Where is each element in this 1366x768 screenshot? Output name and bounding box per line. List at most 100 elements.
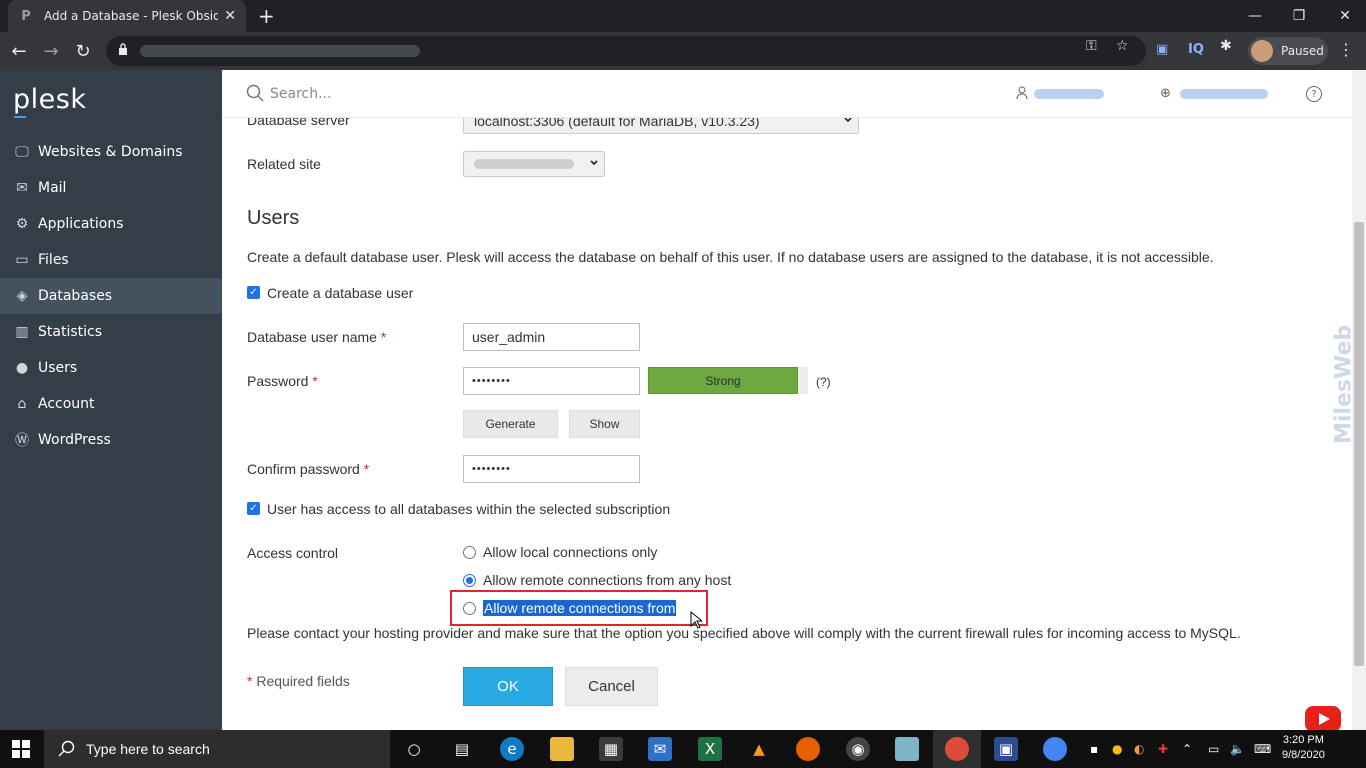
password-strength-label: Strong (648, 367, 798, 394)
monitor-icon: 🖵 (15, 144, 29, 160)
mail-app-icon[interactable]: ✉ (648, 737, 672, 761)
windows-start-icon[interactable] (12, 740, 30, 758)
taskbar: Type here to search ○ ▤ e ▦ ✉ X ▲ ◉ ▣ ▪ … (0, 730, 1366, 768)
tray-network-icon[interactable]: ▪ (1090, 742, 1098, 756)
sidebar-item-databases[interactable]: ◈ Databases (0, 278, 222, 314)
database-server-select[interactable]: localhost:3306 (default for MariaDB, v10… (463, 118, 859, 134)
radio-local-connections[interactable] (463, 546, 476, 559)
password-input[interactable]: •••••••• (463, 367, 640, 395)
vlc-icon[interactable]: ▲ (747, 737, 771, 761)
search-input[interactable] (270, 82, 570, 106)
domain-name-blurred[interactable] (1180, 89, 1268, 99)
taskbar-search[interactable]: Type here to search (44, 730, 390, 768)
taskbar-search-placeholder: Type here to search (86, 741, 210, 757)
radio-any-host-label: Allow remote connections from any host (483, 572, 732, 588)
file-explorer-icon[interactable] (550, 737, 574, 761)
taskbar-clock[interactable]: 3:20 PM 9/8/2020 (1282, 733, 1325, 763)
tab-close-icon[interactable]: ✕ (224, 8, 236, 24)
sidebar-item-label: Databases (38, 288, 113, 304)
minimize-icon[interactable]: — (1232, 0, 1278, 32)
tray-wifi-icon[interactable]: ▭ (1208, 742, 1219, 756)
account-name-blurred[interactable] (1034, 89, 1104, 99)
password-help-link[interactable]: (?) (816, 375, 831, 389)
chrome-icon[interactable] (1043, 737, 1067, 761)
ok-button[interactable]: OK (463, 667, 553, 706)
confirm-password-input[interactable]: •••••••• (463, 455, 640, 483)
iq-extension-icon[interactable]: IQ (1188, 42, 1204, 57)
password-label: Password * (247, 373, 318, 389)
sidebar-item-files[interactable]: ▭ Files (0, 242, 222, 278)
search-icon (58, 740, 75, 757)
search-icon (246, 84, 264, 102)
briefcase-icon: ⌂ (17, 396, 27, 412)
create-user-checkbox[interactable]: ✓ (247, 286, 260, 299)
task-view-icon[interactable]: ▤ (450, 737, 474, 761)
all-db-access-label: User has access to all databases within … (267, 501, 671, 517)
tray-antivirus-icon[interactable]: ✚ (1158, 742, 1168, 756)
tray-app-icon[interactable]: ◐ (1134, 742, 1144, 756)
profile-status: Paused (1281, 44, 1324, 58)
tab-title: Add a Database - Plesk Obsidian (44, 9, 219, 23)
new-tab-icon[interactable]: + (258, 4, 275, 28)
browser-tab[interactable]: P Add a Database - Plesk Obsidian ✕ (8, 0, 246, 32)
back-icon[interactable]: ← (6, 38, 32, 64)
restore-icon[interactable]: ❐ (1276, 0, 1322, 32)
related-site-select[interactable] (463, 151, 605, 177)
avatar (1251, 40, 1273, 62)
access-control-label: Access control (247, 545, 339, 561)
sidebar-item-statistics[interactable]: ▥ Statistics (0, 314, 222, 350)
sidebar-item-label: Account (38, 396, 95, 412)
users-heading: Users (247, 207, 300, 229)
reload-icon[interactable]: ↻ (70, 38, 96, 64)
sidebar-item-applications[interactable]: ⚙ Applications (0, 206, 222, 242)
forward-icon[interactable]: → (38, 38, 64, 64)
database-server-label: Database server (247, 118, 350, 128)
window-close-icon[interactable]: ✕ (1322, 0, 1366, 32)
sidebar: plesk 🖵 Websites & Domains ✉ Mail ⚙ Appl… (0, 70, 222, 730)
sidebar-item-label: Statistics (38, 324, 102, 340)
tray-chrome-icon[interactable]: ● (1112, 742, 1122, 756)
all-db-access-checkbox[interactable]: ✓ (247, 502, 260, 515)
url-blurred (140, 45, 420, 57)
help-icon[interactable]: ? (1306, 86, 1322, 102)
profile-button[interactable]: Paused (1248, 37, 1328, 65)
notes-app-icon[interactable] (895, 737, 919, 761)
firefox-icon[interactable] (796, 737, 820, 761)
db-user-name-label: Database user name * (247, 329, 387, 345)
key-icon[interactable]: ⚿ (1086, 38, 1097, 54)
plesk-logo[interactable]: plesk (13, 84, 86, 115)
cancel-button[interactable]: Cancel (565, 667, 658, 706)
firewall-note: Please contact your hosting provider and… (247, 625, 1241, 641)
sidebar-item-mail[interactable]: ✉ Mail (0, 170, 222, 206)
address-bar[interactable] (106, 36, 1146, 66)
media-player-icon[interactable]: ◉ (846, 737, 870, 761)
edge-icon[interactable]: e (500, 737, 524, 761)
generate-button[interactable]: Generate (463, 410, 558, 438)
sidebar-item-label: WordPress (38, 432, 111, 448)
sidebar-item-wordpress[interactable]: Ⓦ WordPress (0, 422, 222, 458)
browser-menu-icon[interactable]: ⋮ (1338, 40, 1354, 59)
related-site-label: Related site (247, 156, 321, 172)
tray-language-icon[interactable]: ⌨ (1254, 742, 1271, 756)
youtube-subscribe-icon[interactable] (1305, 706, 1341, 732)
excel-icon[interactable]: X (698, 737, 722, 761)
sidebar-item-account[interactable]: ⌂ Account (0, 386, 222, 422)
watermark: MilesWeb (1331, 324, 1357, 444)
db-user-name-input[interactable]: user_admin (463, 323, 640, 351)
extension-screen-icon[interactable]: ▣ (1156, 42, 1168, 57)
chevron-down-icon (844, 118, 852, 123)
screen-recorder-icon[interactable]: ▣ (994, 737, 1018, 761)
sidebar-item-websites-domains[interactable]: 🖵 Websites & Domains (0, 134, 222, 170)
chrome-profile-icon[interactable] (945, 737, 969, 761)
cortana-icon[interactable]: ○ (402, 737, 426, 761)
puzzle-icon[interactable]: ✱ (1220, 38, 1232, 54)
store-icon[interactable]: ▦ (599, 737, 623, 761)
tray-volume-icon[interactable]: 🔈 (1230, 742, 1245, 756)
radio-any-host[interactable] (463, 574, 476, 587)
tray-expand-icon[interactable]: ⌃ (1182, 742, 1192, 756)
show-button[interactable]: Show (569, 410, 640, 438)
related-site-blurred (474, 159, 574, 169)
star-icon[interactable]: ☆ (1116, 38, 1129, 54)
gear-icon: ⚙ (15, 216, 29, 232)
sidebar-item-users[interactable]: ● Users (0, 350, 222, 386)
